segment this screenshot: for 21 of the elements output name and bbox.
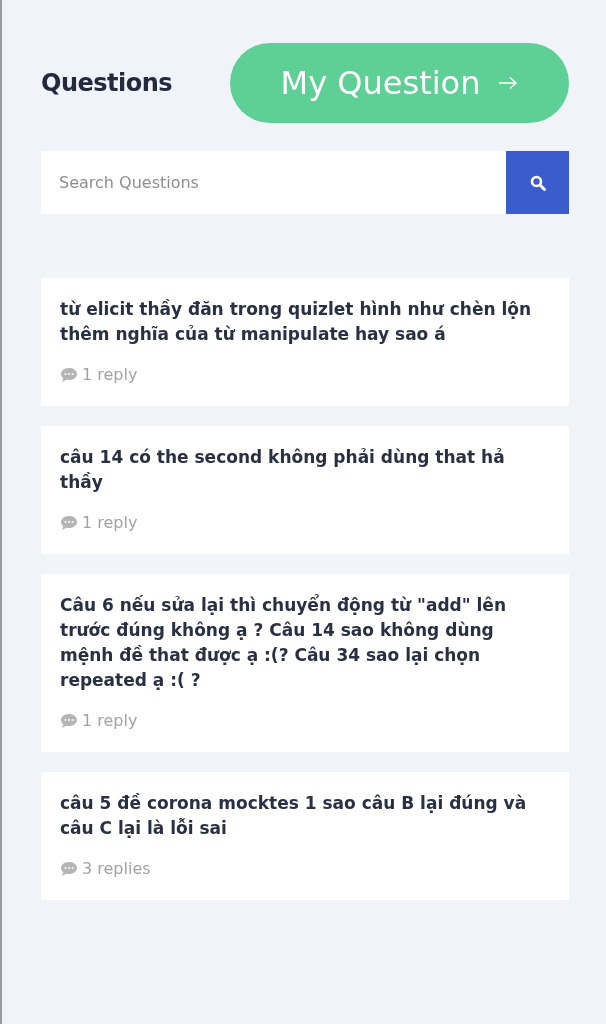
- search-icon: [529, 174, 546, 191]
- speech-bubble-icon: [60, 712, 78, 729]
- reply-count: 1 reply: [82, 711, 138, 730]
- page-title: Questions: [41, 69, 173, 97]
- speech-bubble-icon: [60, 366, 78, 383]
- arrow-right-icon: [498, 76, 519, 90]
- question-title: câu 14 có the second không phải dùng that hả thầy: [60, 446, 506, 494]
- reply-count: 1 reply: [82, 365, 138, 384]
- question-card[interactable]: câu 5 đề corona mocktes 1 sao câu B lại đúng và câu C lại là lỗi sai 3 replies: [41, 772, 569, 900]
- reply-count: 1 reply: [82, 513, 138, 532]
- question-card[interactable]: từ elicit thầy đăn trong quizlet hình như chèn lộn thêm nghĩa của từ manipulate hay sao á 1 reply: [41, 278, 569, 406]
- reply-count: 3 replies: [82, 859, 151, 878]
- question-title: từ elicit thầy đăn trong quizlet hình như chèn lộn thêm nghĩa của từ manipulate hay sao á: [60, 298, 533, 346]
- speech-bubble-icon: [60, 860, 78, 877]
- question-card[interactable]: câu 14 có the second không phải dùng that hả thầy 1 reply: [41, 426, 569, 554]
- search-field[interactable]: Search Questions: [41, 151, 506, 214]
- search-button[interactable]: [506, 151, 569, 214]
- question-card[interactable]: Câu 6 nếu sửa lại thì chuyển động từ "add" lên trước đúng không ạ ? Câu 14 sao không dùng mệnh đề that được ạ :(? Câu 34 sao lại chọn repeated ạ :( ? 1 reply: [41, 574, 569, 752]
- question-title: Câu 6 nếu sửa lại thì chuyển động từ "add" lên trước đúng không ạ ? Câu 14 sao không dùng mệnh đề that được ạ :(? Câu 34 sao lại chọn repeated ạ :( ?: [60, 593, 507, 692]
- question-title: câu 5 đề corona mocktes 1 sao câu B lại đúng và câu C lại là lỗi sai: [60, 792, 528, 840]
- speech-bubble-icon: [60, 514, 78, 531]
